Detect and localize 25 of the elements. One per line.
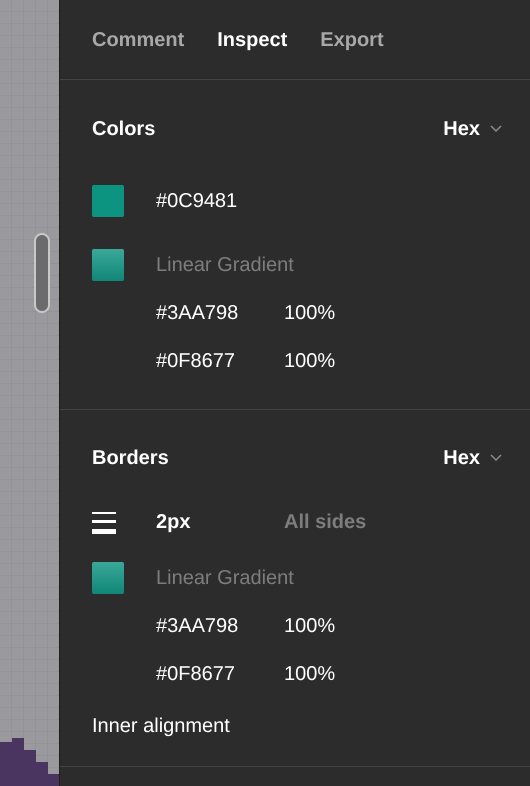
stop-hex: #3AA798 (156, 301, 240, 326)
border-weight: 2px (156, 510, 192, 535)
chevron-icon (490, 454, 502, 462)
stop-hex: #0F8677 (156, 349, 236, 374)
stop-opacity: 100% (284, 614, 336, 639)
format-dropdown[interactable]: Hex (443, 443, 502, 473)
stop-hex: #3AA798 (156, 614, 240, 639)
color-value: #0C9481 (156, 189, 238, 214)
tab[interactable]: Export (320, 24, 384, 54)
inner-alignment-label: Inner alignment (92, 714, 230, 739)
stop-hex: #0F8677 (156, 662, 236, 687)
section-title: Colors (92, 117, 156, 142)
scrollbar-thumb[interactable] (34, 233, 50, 313)
chevron-icon (490, 125, 502, 133)
stop-opacity: 100% (284, 349, 336, 374)
stop-opacity: 100% (284, 662, 336, 687)
gradient-label: Linear Gradient (156, 566, 294, 591)
stop-opacity: 100% (284, 301, 336, 326)
tab[interactable]: Inspect (217, 24, 288, 54)
tab[interactable]: Comment (92, 24, 184, 54)
section-title: Borders (92, 446, 169, 471)
format-dropdown[interactable]: Hex (443, 114, 502, 144)
gradient-label: Linear Gradient (156, 253, 294, 278)
stroke-weight-icon (92, 510, 116, 534)
border-sides: All sides (284, 510, 366, 535)
